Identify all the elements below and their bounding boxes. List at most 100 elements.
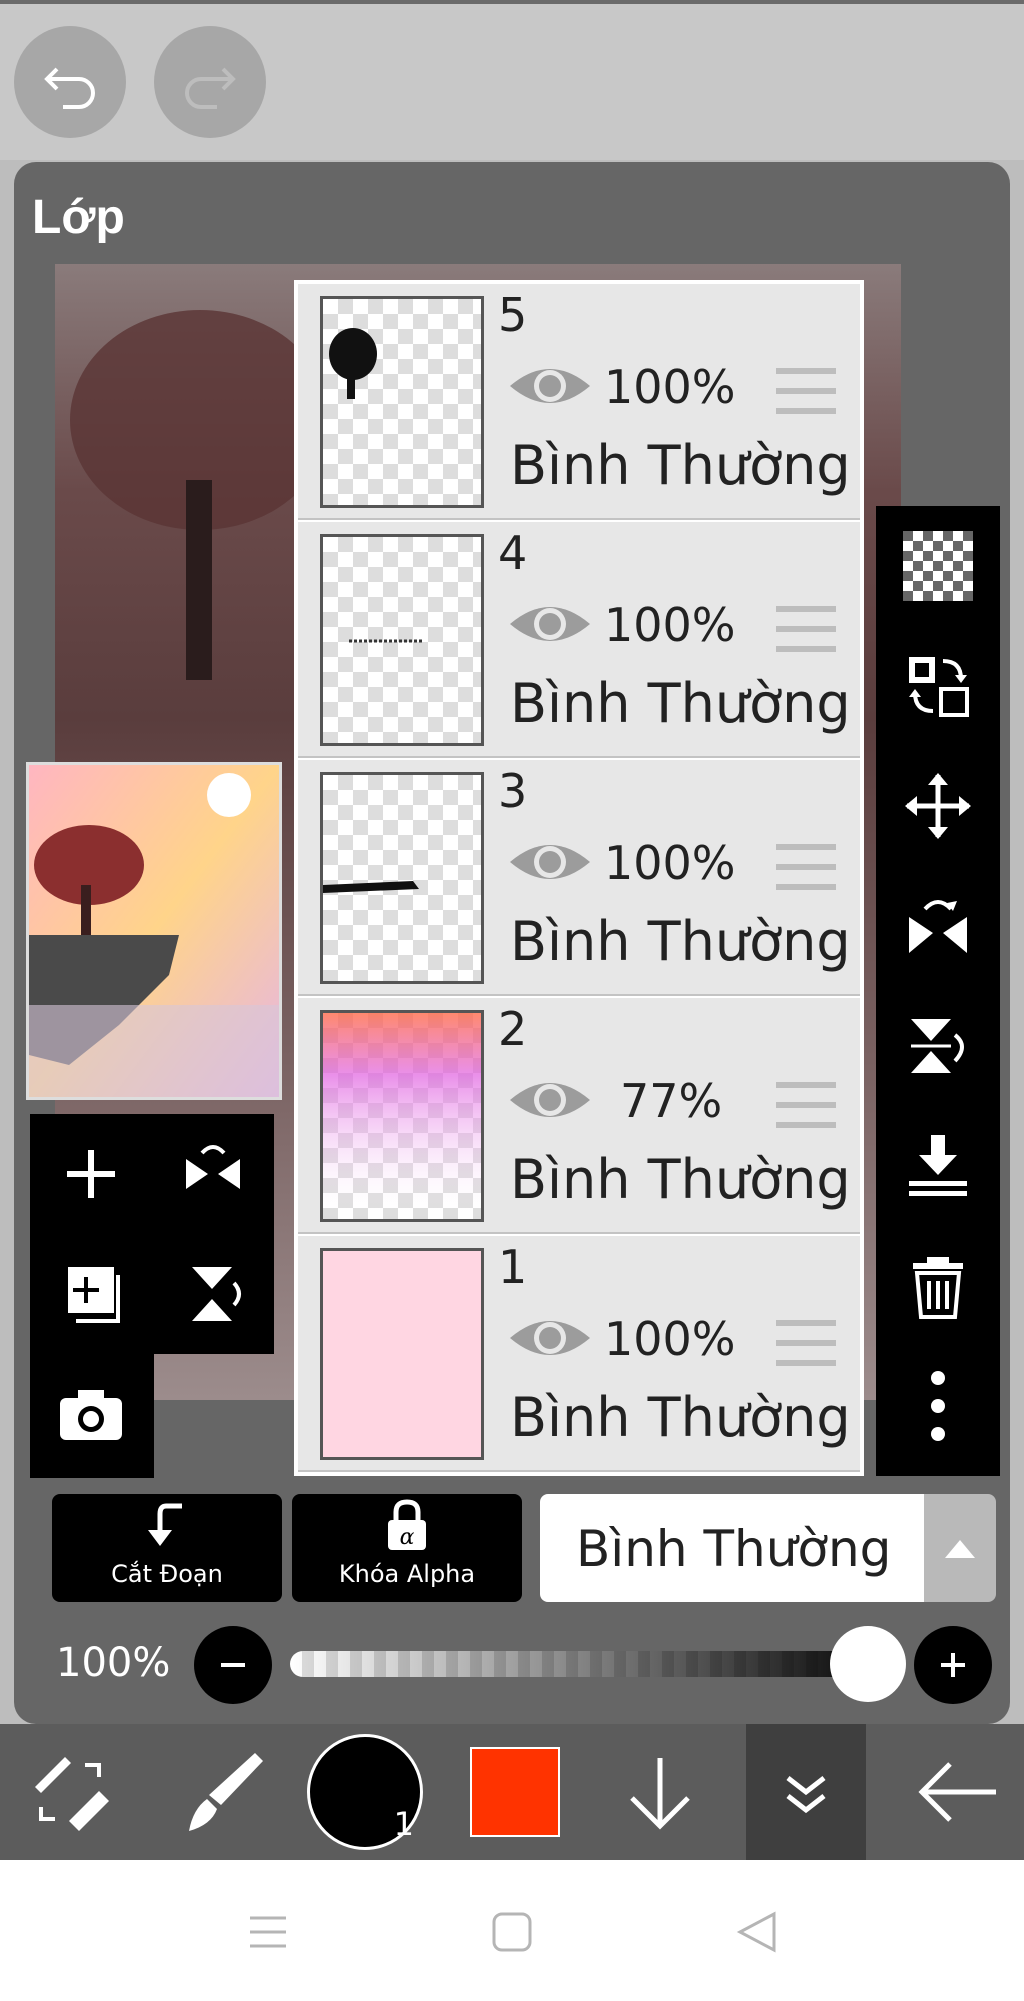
layer-list[interactable]: 5 100% Bình Thường 4 100% Bình Thường 3 … [294,280,864,1476]
lock-alpha-icon: α [388,1499,426,1550]
menu-nav-button[interactable] [236,1900,300,1964]
drag-handle-icon[interactable] [776,368,836,414]
panel-title: Lớp [32,191,125,244]
svg-text:α: α [400,1525,415,1550]
layer-thumbnail [320,296,484,508]
checkerboard-icon [903,531,973,601]
trash-icon [913,1257,963,1319]
home-nav-button[interactable] [480,1900,544,1964]
thumbnail-artwork [29,765,279,1097]
thumb-gradient [323,1013,481,1219]
drag-handle-icon[interactable] [776,1082,836,1128]
layer-number: 3 [498,764,528,818]
layer-opacity: 100% [604,598,736,652]
alpha-lock-button[interactable]: α Khóa Alpha [292,1494,522,1602]
layer-number: 5 [498,288,528,342]
undo-icon [44,67,95,109]
layer-item-1[interactable]: 1 100% Bình Thường [298,1236,860,1472]
layer-thumbnail [320,1010,484,1222]
minus-icon [221,1663,245,1667]
canvas-thumbnail[interactable] [26,762,282,1100]
drag-handle-icon[interactable] [776,844,836,890]
move-icon [905,773,971,839]
visibility-eye-icon[interactable] [508,596,592,652]
back-nav-button[interactable] [724,1900,788,1964]
pen-eraser-swap-icon [35,1757,109,1831]
chevron-double-down-icon [786,1776,826,1814]
layer-opacity: 100% [604,360,736,414]
opacity-slider-knob[interactable] [830,1626,906,1702]
arrow-down-icon [630,1758,690,1830]
undo-button[interactable] [14,26,126,138]
flip-vertical-icon [192,1267,241,1321]
layer-item-2[interactable]: 2 77% Bình Thường [298,998,860,1234]
swap-layer-button[interactable] [876,626,1000,746]
back-button[interactable] [890,1724,1024,1860]
layer-item-5[interactable]: 5 100% Bình Thường [298,284,860,520]
triangle-up-icon [945,1540,975,1558]
swap-icon [909,657,969,717]
color-button[interactable] [450,1724,580,1860]
layer-blend-mode: Bình Thường [510,1386,851,1449]
rotate-icon [911,1019,964,1073]
layer-item-4[interactable]: 4 100% Bình Thường [298,522,860,758]
duplicate-layer-button[interactable] [30,1234,152,1354]
blend-mode-select[interactable]: Bình Thường [540,1494,924,1602]
drag-handle-icon[interactable] [776,1320,836,1366]
merge-down-icon [909,1135,967,1196]
delete-layer-button[interactable] [876,1226,1000,1346]
layer-item-3[interactable]: 3 100% Bình Thường [298,760,860,996]
layer-tools-grid [30,1114,274,1354]
brush-size-label: 1 [393,1805,414,1843]
layer-blend-mode: Bình Thường [510,910,851,973]
more-icon [931,1371,945,1441]
collapse-panel-button[interactable] [746,1724,866,1860]
add-layer-button[interactable] [30,1114,152,1234]
duplicate-layer-icon [68,1267,120,1323]
opacity-decrease-button[interactable] [194,1626,272,1704]
color-swatch [470,1747,560,1837]
visibility-eye-icon[interactable] [508,1072,592,1128]
thumb-tree [329,328,377,399]
camera-icon [60,1390,122,1440]
layer-thumbnail [320,1248,484,1460]
merge-down-button[interactable] [876,1106,1000,1226]
opacity-slider[interactable] [290,1651,890,1677]
move-button[interactable] [876,746,1000,866]
redo-button[interactable] [154,26,266,138]
brush-size-button[interactable]: 1 [300,1724,430,1860]
flip-vertical-button[interactable] [152,1234,274,1354]
brush-button[interactable] [150,1724,290,1860]
flip-horizontal-button[interactable] [152,1114,274,1234]
thumb-stroke [323,881,419,893]
clipping-button[interactable]: Cắt Đoạn [52,1494,282,1602]
visibility-eye-icon[interactable] [508,1310,592,1366]
brush-icon [189,1753,263,1831]
rotate-button[interactable] [876,986,1000,1106]
layer-blend-mode: Bình Thường [510,434,851,497]
brush-size-circle: 1 [307,1734,423,1850]
down-arrow-button[interactable] [600,1724,720,1860]
plus-icon [67,1150,115,1198]
visibility-eye-icon[interactable] [508,834,592,890]
layer-opacity: 77% [620,1074,723,1128]
flip-icon [909,900,967,953]
layer-side-toolbar [876,506,1000,1476]
flip-button[interactable] [876,866,1000,986]
blend-mode-dropdown-toggle[interactable] [924,1494,996,1602]
tool-switch-button[interactable] [0,1724,140,1860]
camera-button[interactable] [30,1354,152,1474]
layer-opacity: 100% [604,1312,736,1366]
top-bar [0,0,1024,160]
transparency-button[interactable] [876,506,1000,626]
opacity-value: 100% [56,1640,171,1686]
layer-blend-mode: Bình Thường [510,672,851,735]
layer-number: 4 [498,526,528,580]
opacity-increase-button[interactable] [914,1626,992,1704]
visibility-eye-icon[interactable] [508,358,592,414]
thumb-text [349,639,423,643]
clip-arrow-icon [148,1503,182,1546]
drag-handle-icon[interactable] [776,606,836,652]
layer-blend-mode: Bình Thường [510,1148,851,1211]
more-options-button[interactable] [876,1346,1000,1466]
